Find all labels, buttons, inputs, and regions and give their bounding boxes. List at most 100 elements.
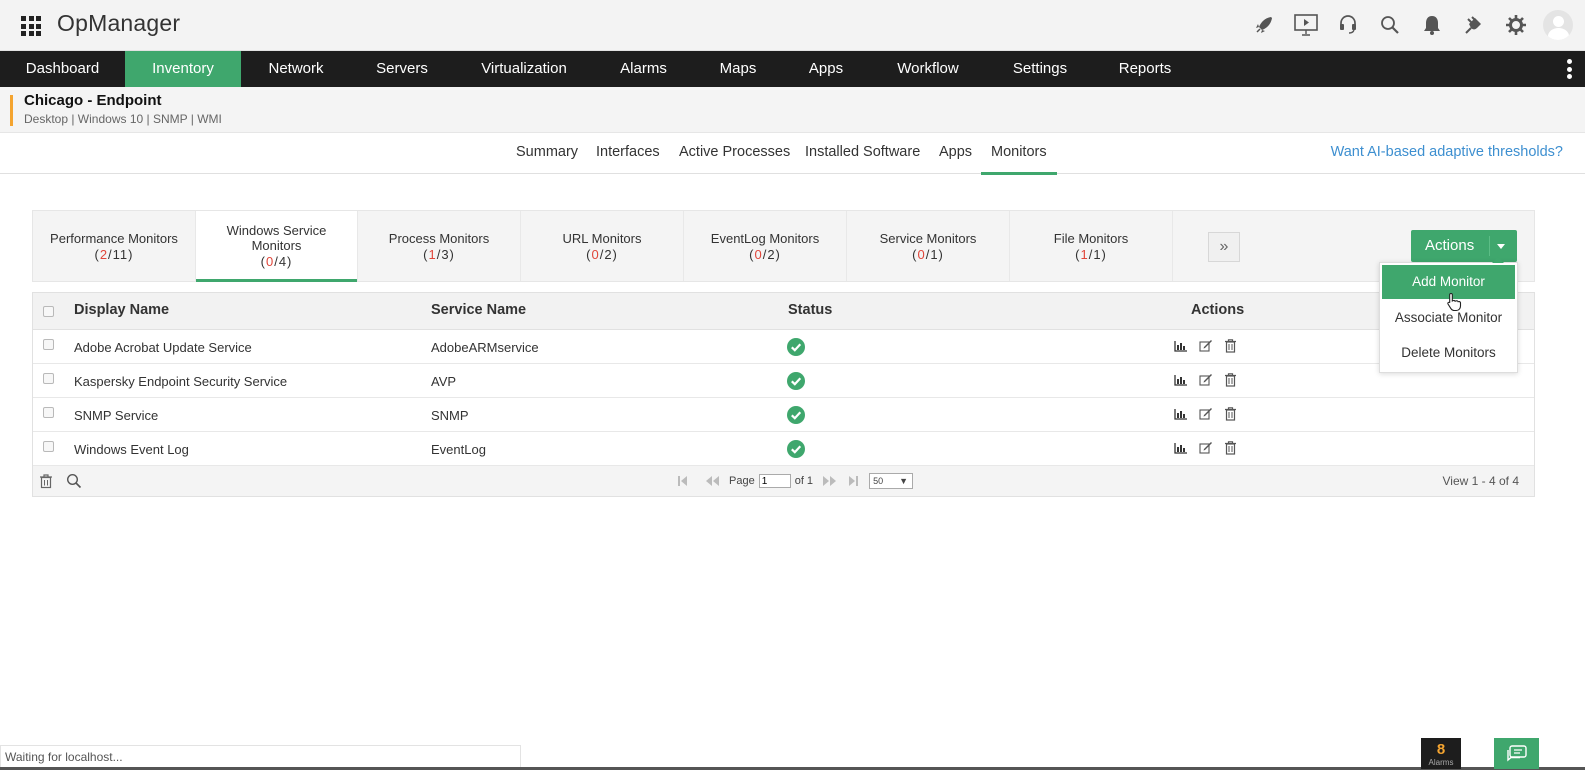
graph-icon[interactable] xyxy=(1173,338,1188,353)
tab-eventlog-monitors[interactable]: EventLog Monitors (0/2) xyxy=(684,211,847,281)
presentation-icon[interactable] xyxy=(1291,10,1321,40)
delete-icon[interactable] xyxy=(1223,338,1238,353)
tab-url-monitors[interactable]: URL Monitors (0/2) xyxy=(521,211,684,281)
first-page-icon[interactable] xyxy=(677,474,699,488)
settings-gear-icon[interactable] xyxy=(1501,10,1531,40)
status-up-icon xyxy=(787,406,805,424)
tab-label: URL Monitors xyxy=(562,230,642,246)
page-of-label: of 1 xyxy=(794,475,814,487)
app-grid-icon[interactable] xyxy=(21,16,41,36)
col-display-name[interactable]: Display Name xyxy=(74,302,169,318)
row-actions xyxy=(1173,372,1238,387)
tab-process-monitors[interactable]: Process Monitors (1/3) xyxy=(358,211,521,281)
top-bar: OpManager xyxy=(0,0,1585,51)
display-name[interactable]: Windows Event Log xyxy=(74,442,189,457)
service-name: EventLog xyxy=(431,442,486,457)
row-checkbox[interactable] xyxy=(43,407,54,418)
status-up-icon xyxy=(787,440,805,458)
nav-maps[interactable]: Maps xyxy=(692,51,784,87)
delete-icon[interactable] xyxy=(1223,440,1238,455)
ai-thresholds-link[interactable]: Want AI-based adaptive thresholds? xyxy=(1331,144,1563,160)
chat-icon xyxy=(1506,744,1527,761)
monitor-count: (0/4) xyxy=(260,254,293,269)
nav-reports[interactable]: Reports xyxy=(1092,51,1198,87)
nav-network[interactable]: Network xyxy=(241,51,351,87)
col-service-name[interactable]: Service Name xyxy=(431,302,526,318)
delete-icon[interactable] xyxy=(1223,406,1238,421)
nav-dashboard[interactable]: Dashboard xyxy=(0,51,125,87)
page-size-select[interactable]: 50 xyxy=(869,473,914,489)
next-page-icon[interactable] xyxy=(817,474,839,488)
graph-icon[interactable] xyxy=(1173,406,1188,421)
status-up-icon xyxy=(787,338,805,356)
device-accent-bar xyxy=(10,95,13,126)
delete-icon[interactable] xyxy=(1223,372,1238,387)
select-all-checkbox[interactable] xyxy=(43,306,54,317)
display-name[interactable]: Adobe Acrobat Update Service xyxy=(74,340,252,355)
caret-down-icon[interactable] xyxy=(1497,244,1505,249)
nav-virtualization[interactable]: Virtualization xyxy=(453,51,595,87)
bulk-delete-icon[interactable] xyxy=(38,473,54,489)
previous-page-icon[interactable] xyxy=(703,474,725,488)
rocket-icon[interactable] xyxy=(1249,10,1279,40)
table-row: Adobe Acrobat Update Service AdobeARMser… xyxy=(33,330,1534,364)
hand-pointer-cursor-icon xyxy=(1447,292,1462,312)
device-header: Chicago - Endpoint Desktop | Windows 10 … xyxy=(0,87,1585,133)
user-avatar[interactable] xyxy=(1543,10,1573,40)
page-number-input[interactable] xyxy=(758,474,791,488)
tab-label: Windows Service Monitors xyxy=(226,223,327,253)
device-meta: Desktop | Windows 10 | SNMP | WMI xyxy=(24,112,222,126)
more-tabs-button[interactable]: » xyxy=(1208,232,1240,262)
tab-installed-software[interactable]: Installed Software xyxy=(805,144,920,160)
edit-icon[interactable] xyxy=(1198,338,1213,353)
search-icon[interactable] xyxy=(66,473,82,489)
tab-label: File Monitors xyxy=(1053,230,1129,246)
nav-apps[interactable]: Apps xyxy=(784,51,868,87)
plug-icon[interactable] xyxy=(1459,10,1489,40)
nav-inventory[interactable]: Inventory xyxy=(125,51,241,87)
nav-servers[interactable]: Servers xyxy=(351,51,453,87)
support-headset-icon[interactable] xyxy=(1333,10,1363,40)
nav-workflow[interactable]: Workflow xyxy=(868,51,988,87)
tab-label: EventLog Monitors xyxy=(710,230,820,246)
table-footer: Page of 1 50 View 1 - 4 of 4 xyxy=(33,466,1534,496)
row-checkbox[interactable] xyxy=(43,373,54,384)
table-row: SNMP Service SNMP xyxy=(33,398,1534,432)
page-label: Page xyxy=(729,475,755,487)
tab-service-monitors[interactable]: Service Monitors (0/1) xyxy=(847,211,1010,281)
tab-active-processes[interactable]: Active Processes xyxy=(679,144,790,160)
display-name[interactable]: Kaspersky Endpoint Security Service xyxy=(74,374,287,389)
nav-settings[interactable]: Settings xyxy=(988,51,1092,87)
bell-icon[interactable] xyxy=(1417,10,1447,40)
col-status[interactable]: Status xyxy=(788,302,832,318)
alarms-count: 8 xyxy=(1436,741,1446,758)
nav-alarms[interactable]: Alarms xyxy=(595,51,692,87)
edit-icon[interactable] xyxy=(1198,440,1213,455)
tab-file-monitors[interactable]: File Monitors (1/1) xyxy=(1010,211,1173,281)
graph-icon[interactable] xyxy=(1173,440,1188,455)
last-page-icon[interactable] xyxy=(843,474,865,488)
search-icon[interactable] xyxy=(1375,10,1405,40)
edit-icon[interactable] xyxy=(1198,372,1213,387)
display-name[interactable]: SNMP Service xyxy=(74,408,158,423)
app-title: OpManager xyxy=(57,10,181,36)
row-checkbox[interactable] xyxy=(43,441,54,452)
chat-button[interactable] xyxy=(1494,738,1539,769)
pagination: Page of 1 50 xyxy=(677,473,914,489)
tab-monitors[interactable]: Monitors xyxy=(981,144,1057,175)
actions-label: Actions xyxy=(1425,237,1475,254)
service-name: AVP xyxy=(431,374,457,389)
menu-delete-monitors[interactable]: Delete Monitors xyxy=(1380,336,1517,370)
alarms-badge[interactable]: 8 Alarms xyxy=(1421,738,1461,769)
row-checkbox[interactable] xyxy=(43,339,54,350)
more-menu-icon[interactable] xyxy=(1567,59,1573,79)
tab-apps[interactable]: Apps xyxy=(939,144,972,160)
graph-icon[interactable] xyxy=(1173,372,1188,387)
tab-performance-monitors[interactable]: Performance Monitors (2/11) xyxy=(33,211,196,281)
edit-icon[interactable] xyxy=(1198,406,1213,421)
tab-interfaces[interactable]: Interfaces xyxy=(596,144,660,160)
top-icons xyxy=(1249,10,1573,40)
tab-summary[interactable]: Summary xyxy=(516,144,578,160)
tab-windows-service-monitors[interactable]: Windows Service Monitors (0/4) xyxy=(196,211,358,282)
status-up-icon xyxy=(787,372,805,390)
